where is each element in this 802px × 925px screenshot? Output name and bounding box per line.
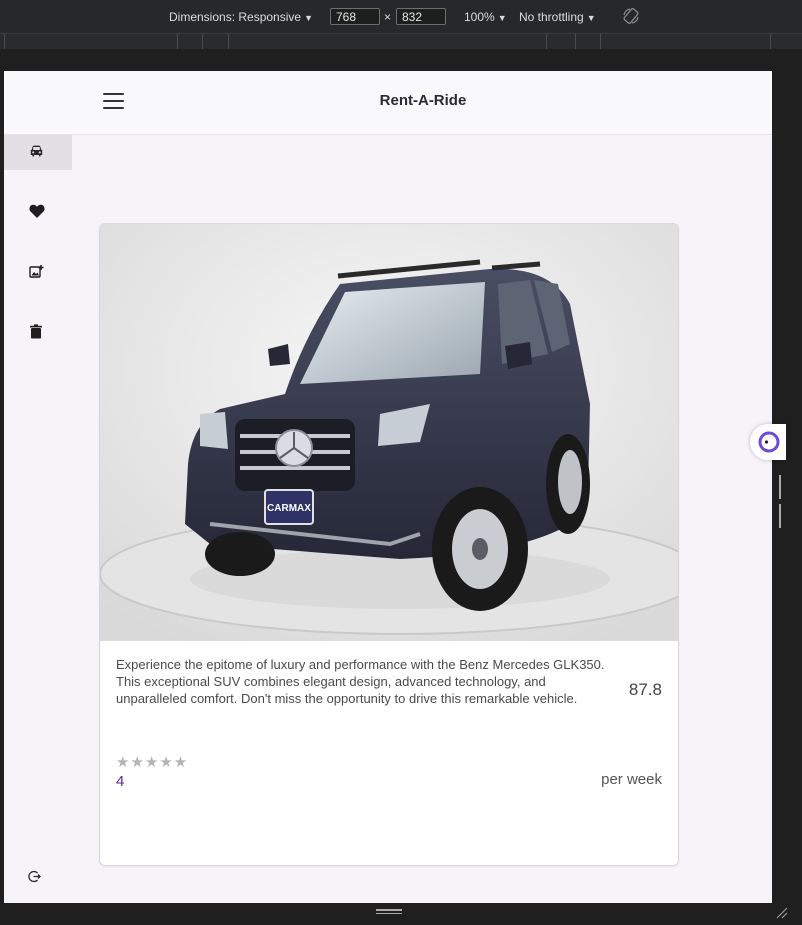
- logout-icon: [28, 870, 41, 883]
- sidebar-item-delete[interactable]: [4, 315, 72, 350]
- viewport-resize-corner-icon[interactable]: [776, 907, 788, 919]
- viewport-resize-handle-right[interactable]: [779, 475, 785, 528]
- throttling-dropdown[interactable]: No throttling ▼: [519, 10, 596, 24]
- zoom-label: 100%: [464, 10, 495, 24]
- app-title: Rent-A-Ride: [379, 92, 467, 109]
- page-viewport: Rent-A-Ride CARMAX Experience the epitom…: [4, 71, 772, 903]
- trash-icon: [30, 324, 42, 339]
- throttling-label: No throttling: [519, 10, 584, 24]
- license-plate-text: CARMAX: [267, 503, 311, 514]
- media-query-ruler: [0, 33, 802, 49]
- sidebar: [4, 135, 72, 903]
- listing-description: Experience the epitome of luxury and per…: [116, 657, 605, 706]
- sidebar-item-logout[interactable]: [4, 867, 72, 887]
- car-icon: [30, 145, 43, 157]
- heart-icon: [29, 204, 45, 218]
- hamburger-menu-icon[interactable]: [102, 90, 126, 114]
- price-unit: per week: [601, 771, 662, 788]
- car-image: CARMAX: [100, 224, 678, 641]
- zoom-dropdown[interactable]: 100% ▼: [464, 10, 507, 24]
- dimensions-label: Dimensions: Responsive: [169, 10, 302, 24]
- app-header: Rent-A-Ride: [4, 71, 772, 135]
- height-input[interactable]: 832: [396, 8, 446, 25]
- rating-stars[interactable]: ★★★★★: [116, 753, 188, 771]
- listing-price: 87.8: [628, 680, 662, 699]
- car-listing-card[interactable]: CARMAX Experience the epitome of luxury …: [99, 223, 679, 866]
- rotate-icon[interactable]: [622, 7, 640, 25]
- add-photo-icon: [29, 265, 44, 278]
- caret-down-icon: ▼: [304, 13, 313, 23]
- assistant-icon: [758, 431, 780, 453]
- width-input[interactable]: 768: [330, 8, 380, 25]
- devtools-toolbar: Dimensions: Responsive ▼ 768 × 832 100% ▼ …: [0, 0, 802, 33]
- sidebar-item-favorites[interactable]: [4, 195, 72, 230]
- sidebar-item-cars[interactable]: [4, 135, 72, 170]
- caret-down-icon: ▼: [497, 13, 507, 23]
- viewport-resize-handle-bottom[interactable]: [376, 909, 402, 915]
- floating-assistant-button[interactable]: [750, 424, 786, 460]
- caret-down-icon: ▼: [586, 13, 596, 23]
- rating-value: 4: [116, 773, 125, 790]
- sidebar-item-add-photo[interactable]: [4, 255, 72, 290]
- times-sign: ×: [384, 10, 392, 24]
- dimensions-dropdown[interactable]: Dimensions: Responsive ▼: [169, 10, 313, 24]
